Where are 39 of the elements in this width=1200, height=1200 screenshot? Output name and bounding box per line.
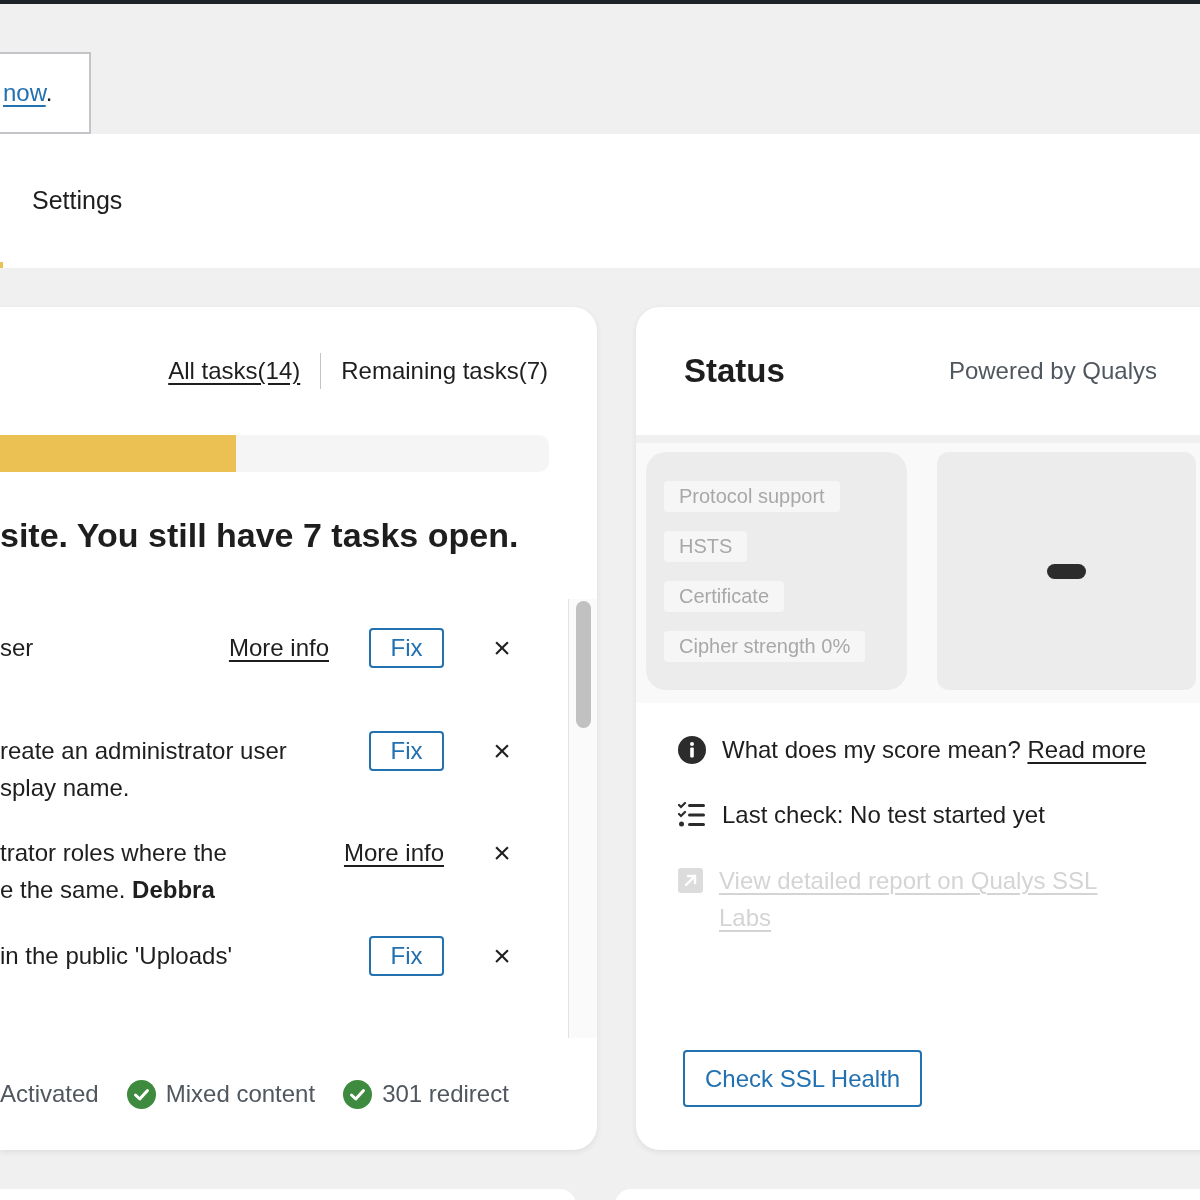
fix-button[interactable]: Fix	[369, 935, 444, 976]
breakdown-pill: Certificate	[664, 581, 785, 612]
card-title: Status	[684, 351, 785, 392]
scrollbar-thumb[interactable]	[576, 601, 591, 728]
checklist-icon	[678, 802, 706, 828]
fix-button[interactable]: Fix	[369, 730, 444, 771]
task-description: trator roles where the e the same. Debbra	[0, 838, 228, 905]
score-info-text: What does my score mean? Read more	[722, 735, 1147, 765]
nav-tab[interactable]: Settings	[32, 134, 123, 268]
check-circle-icon	[343, 1079, 373, 1109]
task-description: ser	[0, 633, 35, 663]
dismiss-button[interactable]: ×	[493, 940, 511, 971]
status-label: Activated	[0, 1079, 99, 1109]
status-label: 301 redirect	[382, 1079, 509, 1109]
more-info-link[interactable]: More info	[228, 630, 329, 666]
task-description: in the public 'Uploads'	[0, 940, 233, 971]
breakdown-pill: Protocol support	[664, 481, 840, 512]
dismiss-button[interactable]: ×	[493, 735, 511, 766]
dismiss-button[interactable]: ×	[493, 633, 511, 663]
dash-icon	[1047, 563, 1086, 579]
dismiss-button[interactable]: ×	[493, 838, 511, 868]
tab-indicator[interactable]	[0, 262, 3, 268]
last-check-text: Last check: No test started yet	[722, 800, 1045, 830]
notice-link[interactable]: now	[3, 79, 46, 106]
powered-by-text: Powered by Qualys	[948, 356, 1157, 386]
info-icon	[678, 736, 706, 764]
progress-headline: site. You still have 7 tasks open.	[0, 515, 519, 556]
more-info-link[interactable]: More info	[343, 835, 444, 871]
check-ssl-button[interactable]: Check SSL Health	[683, 1050, 923, 1107]
notice-text: now.	[2, 78, 53, 108]
check-circle-icon	[126, 1079, 156, 1109]
task-description: reate an administrator user splay name.	[0, 735, 288, 803]
breakdown-pill: Cipher strength 0%	[664, 631, 866, 662]
breakdown-pill: HSTS	[664, 531, 748, 562]
task-filter-tab[interactable]: All tasks(14)	[168, 353, 301, 389]
task-filter-tab[interactable]: Remaining tasks(7)	[341, 353, 548, 389]
status-label: Mixed content	[165, 1079, 316, 1109]
read-more-link[interactable]: Read more	[1027, 736, 1147, 763]
fix-button[interactable]: Fix	[369, 628, 444, 668]
